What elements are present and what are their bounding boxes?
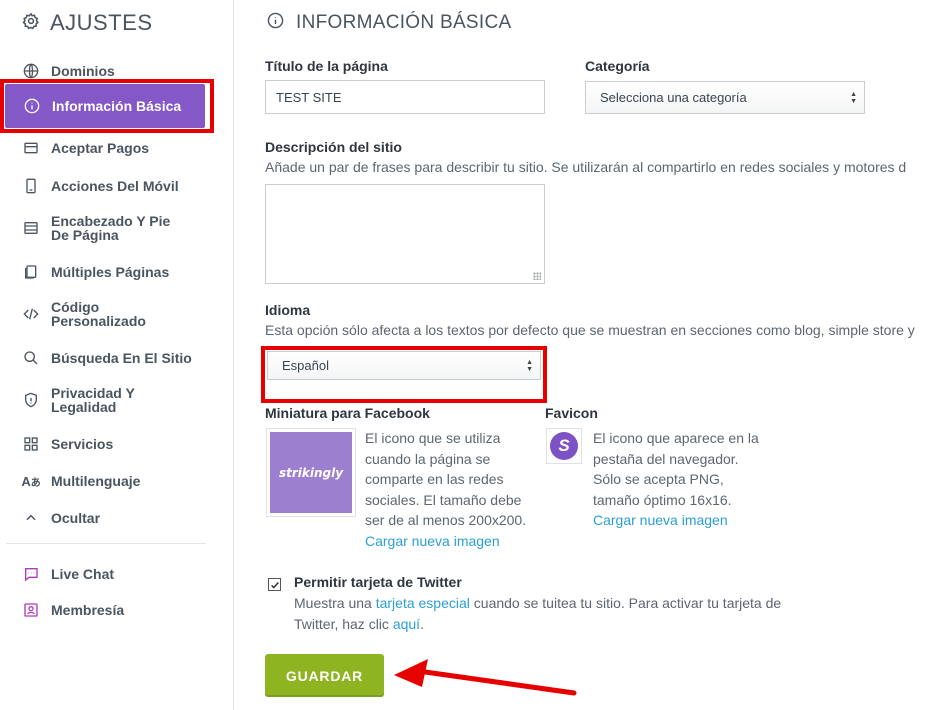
select-arrows-icon: ▲ ▼ xyxy=(526,358,533,373)
twitter-card-description: Muestra una tarjeta especial cuando se t… xyxy=(294,593,834,634)
favicon-description: El icono que aparece en la pestaña del n… xyxy=(593,428,783,531)
sidebar-item-label: Membresía xyxy=(51,602,125,618)
twitter-text: Muestra una xyxy=(294,595,376,611)
sidebar-item-encabezado-pie[interactable]: Encabezado Y Pie De Página xyxy=(22,214,182,242)
description-label: Descripción del sitio xyxy=(265,139,402,155)
facebook-desc-line: ser de al menos 200x200. xyxy=(365,512,527,528)
sidebar-item-membresia[interactable]: Membresía xyxy=(22,601,124,619)
sidebar-item-informacion-basica[interactable]: Información Básica xyxy=(5,84,205,128)
sidebar-item-ocultar[interactable]: Ocultar xyxy=(22,509,100,527)
chat-icon xyxy=(22,565,40,583)
twitter-text: . xyxy=(420,615,424,632)
sidebar-divider xyxy=(6,543,206,544)
twitter-card-label: Permitir tarjeta de Twitter xyxy=(294,574,462,590)
category-select-value: Selecciona una categoría xyxy=(600,90,747,105)
page-title-label: Título de la página xyxy=(265,58,388,74)
twitter-card-checkbox[interactable] xyxy=(268,578,281,591)
member-icon xyxy=(22,601,40,619)
resize-grip-icon[interactable] xyxy=(533,272,541,280)
select-arrows-icon: ▲ ▼ xyxy=(850,90,857,105)
facebook-thumbnail: strikingly xyxy=(266,428,356,517)
save-button[interactable]: GUARDAR xyxy=(265,654,384,697)
sidebar-item-label: Multilenguaje xyxy=(51,473,141,489)
favicon-label: Favicon xyxy=(545,405,598,421)
sidebar-item-label: Ocultar xyxy=(51,510,101,526)
sidebar-item-privacidad[interactable]: Privacidad Y Legalidad xyxy=(22,386,162,414)
sidebar-item-multilenguaje[interactable]: Aあ Multilenguaje xyxy=(21,472,141,490)
sidebar-item-label: Aceptar Pagos xyxy=(51,140,150,156)
sidebar-item-label: Encabezado Y Pie De Página xyxy=(51,213,171,243)
sidebar-item-label: Información Básica xyxy=(52,98,182,114)
facebook-upload-link[interactable]: Cargar nueva imagen xyxy=(365,531,545,552)
favicon-desc-line: El icono que aparece en la xyxy=(593,430,759,446)
sidebar-title: AJUSTES xyxy=(50,10,153,35)
page-title-input[interactable]: TEST SITE xyxy=(265,80,545,114)
twitter-text: Twitter, haz clic xyxy=(294,615,393,632)
language-help: Esta opción sólo afecta a los textos por… xyxy=(265,322,915,338)
description-help: Añade un par de frases para describir tu… xyxy=(265,159,907,175)
sidebar-item-acciones-movil[interactable]: Acciones Del Móvil xyxy=(22,177,179,195)
page-title-text: INFORMACIÓN BÁSICA xyxy=(296,12,512,33)
chevron-up-icon xyxy=(22,509,40,527)
facebook-desc-line: El icono que se utiliza xyxy=(365,430,501,446)
favicon-image: S xyxy=(550,432,578,460)
highlight-box-active-item: Información Básica xyxy=(0,79,214,133)
special-card-link[interactable]: tarjeta especial xyxy=(376,595,470,611)
sidebar-item-label: Live Chat xyxy=(51,566,115,582)
sidebar-item-aceptar-pagos[interactable]: Aceptar Pagos xyxy=(22,139,149,157)
sidebar-item-busqueda[interactable]: Búsqueda En El Sitio xyxy=(22,349,192,367)
search-icon xyxy=(22,349,40,367)
info-icon xyxy=(23,97,41,115)
facebook-thumb-description: El icono que se utiliza cuando la página… xyxy=(365,428,545,551)
sidebar-item-label: Búsqueda En El Sitio xyxy=(51,350,192,366)
page-title: INFORMACIÓN BÁSICA xyxy=(267,12,511,34)
category-label: Categoría xyxy=(585,58,650,74)
sidebar-item-codigo[interactable]: Código Personalizado xyxy=(22,300,172,328)
sidebar-item-label: Servicios xyxy=(51,436,114,452)
sidebar-item-dominios[interactable]: Dominios xyxy=(22,62,115,80)
code-icon xyxy=(22,305,40,323)
favicon-desc-line: pestaña del navegador. xyxy=(593,450,739,467)
pages-icon xyxy=(22,263,40,281)
favicon-upload-link[interactable]: Cargar nueva imagen xyxy=(593,510,783,531)
favicon-desc-line: Sólo se acepta PNG, xyxy=(593,471,724,487)
mobile-icon xyxy=(22,177,40,195)
checkmark-icon xyxy=(270,581,279,589)
info-icon xyxy=(267,12,284,34)
gear-icon xyxy=(22,12,40,35)
facebook-desc-line: sociales. El tamaño debe xyxy=(365,491,522,508)
sidebar-header: AJUSTES xyxy=(22,10,153,36)
language-label: Idioma xyxy=(265,302,311,318)
card-icon xyxy=(22,139,40,157)
twitter-text: cuando se tuitea tu sitio. Para activar … xyxy=(469,595,782,611)
sidebar-item-label: Acciones Del Móvil xyxy=(51,178,179,194)
sidebar-item-label: Múltiples Páginas xyxy=(51,264,170,280)
shield-icon xyxy=(22,391,40,409)
facebook-desc-line: cuando la página se xyxy=(365,450,491,467)
language-select[interactable]: Español ▲ ▼ xyxy=(267,351,541,380)
facebook-desc-line: comparte en las redes xyxy=(365,471,504,487)
description-textarea[interactable] xyxy=(265,184,545,284)
sidebar-item-multiples-paginas[interactable]: Múltiples Páginas xyxy=(22,263,169,281)
category-select[interactable]: Selecciona una categoría ▲ ▼ xyxy=(585,81,865,114)
grid-icon xyxy=(22,435,40,453)
sidebar-item-servicios[interactable]: Servicios xyxy=(22,435,113,453)
sidebar-item-live-chat[interactable]: Live Chat xyxy=(22,565,114,583)
facebook-thumb-label: Miniatura para Facebook xyxy=(265,405,430,421)
sidebar: AJUSTES Dominios Información Básica Acep… xyxy=(0,0,234,710)
sidebar-item-label: Privacidad Y Legalidad xyxy=(51,385,135,415)
sidebar-item-label: Código Personalizado xyxy=(51,299,146,329)
facebook-thumbnail-image: strikingly xyxy=(270,432,352,513)
language-select-value: Español xyxy=(282,358,329,373)
here-link[interactable]: aquí xyxy=(393,616,420,632)
layout-icon xyxy=(22,219,40,237)
translate-icon: Aあ xyxy=(21,473,41,489)
globe-icon xyxy=(22,62,40,80)
favicon-desc-line: tamaño óptimo 16x16. xyxy=(593,491,732,508)
favicon-preview: S xyxy=(546,428,582,464)
red-arrow-annotation xyxy=(394,659,577,696)
sidebar-item-label: Dominios xyxy=(51,63,115,79)
